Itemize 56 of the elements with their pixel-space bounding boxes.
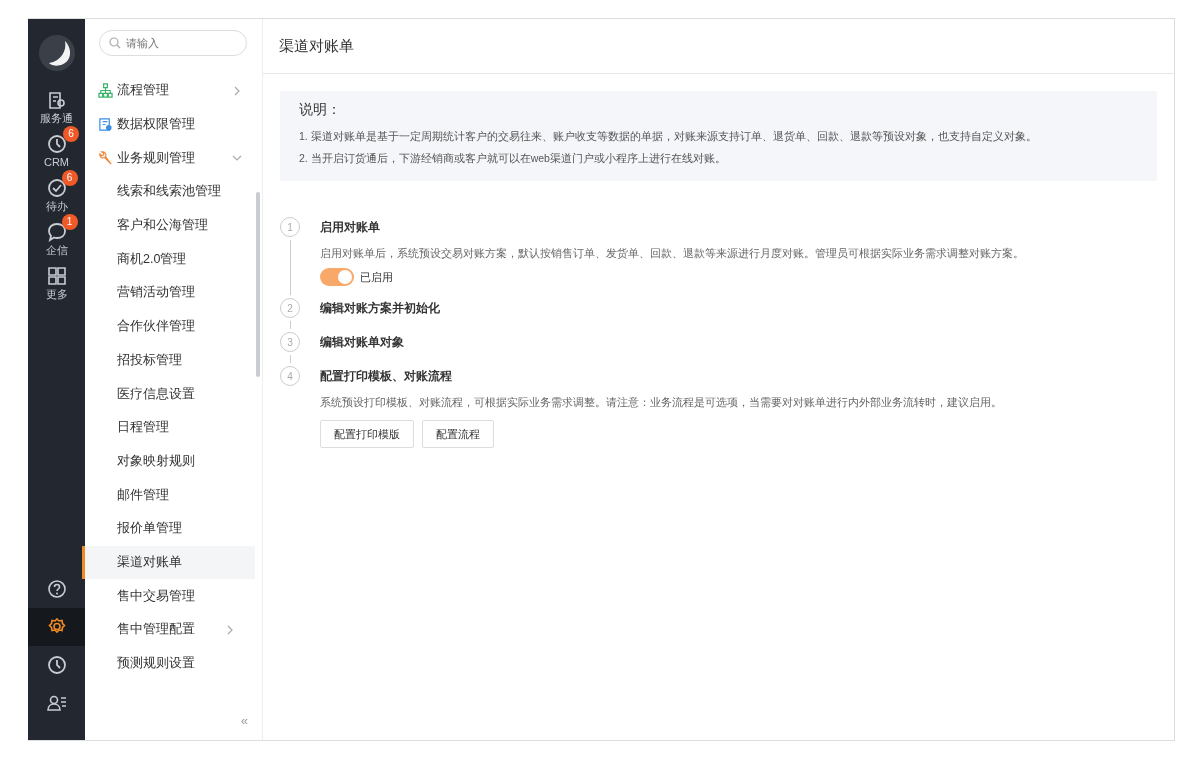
notice-text: 1. 渠道对账单是基于一定周期统计客户的交易往来、账户收支等数据的单据，对账来源支持订单、退货单、回款、退款等预设对象，也支持自定义对象。 xyxy=(299,129,1038,144)
page-title: 渠道对账单 xyxy=(263,19,1174,74)
toggle-label: 已启用 xyxy=(360,269,393,285)
submenu-item[interactable]: 营销活动管理 xyxy=(82,276,255,310)
step-title: 配置打印模板、对账流程 xyxy=(320,368,453,385)
count-badge: 6 xyxy=(63,126,80,142)
rail-label[interactable]: 更多 xyxy=(45,287,68,301)
grid-icon xyxy=(45,265,68,287)
config-button[interactable]: 配置打印模版 xyxy=(320,420,414,448)
chat-icon xyxy=(45,221,68,243)
step-title: 编辑对账方案并初始化 xyxy=(320,300,440,317)
submenu-item[interactable]: 线索和线索池管理 xyxy=(82,175,255,209)
count-badge: 1 xyxy=(61,214,78,230)
toggle-switch[interactable] xyxy=(320,268,354,286)
submenu-item[interactable]: 渠道对账单 xyxy=(82,545,255,580)
submenu-item[interactable]: 招投标管理 xyxy=(82,343,255,378)
submenu-item[interactable]: 对象映射规则 xyxy=(82,444,255,479)
document-icon xyxy=(98,117,113,133)
rail-label[interactable]: 服务通 xyxy=(40,111,73,125)
rail-label[interactable]: CRM xyxy=(43,155,70,169)
wrench-icon xyxy=(98,150,113,166)
menu-item[interactable]: 数据权限管理 xyxy=(85,107,262,142)
notice-text: 2. 当开启订货通后，下游经销商或客户就可以在web渠道门户或小程序上进行在线对账。 xyxy=(299,151,727,166)
count-badge: 6 xyxy=(61,170,78,186)
search-field[interactable]: 请输入 xyxy=(99,30,247,56)
step-description: 系统预设打印模板、对账流程，可根据实际业务需求调整。请注意：业务流程是可选项，当需要对对账单进行内外部业务流转时，建议启用。 xyxy=(320,395,1002,410)
chevron-right-icon xyxy=(232,85,242,96)
scrollbar[interactable] xyxy=(256,192,260,377)
avatar[interactable] xyxy=(38,35,75,71)
check-icon xyxy=(45,177,68,199)
search-icon xyxy=(109,37,121,49)
menu-item[interactable]: 业务规则管理 xyxy=(85,141,262,176)
config-button[interactable]: 配置流程 xyxy=(422,420,494,448)
chevron-right-icon xyxy=(225,624,235,635)
submenu-item[interactable]: 客户和公海管理 xyxy=(82,208,255,243)
submenu-item[interactable]: 日程管理 xyxy=(82,410,255,445)
submenu-item[interactable]: 邮件管理 xyxy=(82,478,255,512)
submenu-item[interactable]: 售中管理配置 xyxy=(82,613,255,647)
notice-heading: 说明： xyxy=(299,101,342,119)
rail-label[interactable]: 企信 xyxy=(45,243,68,257)
hierarchy-icon xyxy=(98,83,113,99)
submenu-item[interactable]: 合作伙伴管理 xyxy=(82,309,255,344)
submenu-item[interactable]: 报价单管理 xyxy=(82,511,255,546)
menu-item[interactable]: 流程管理 xyxy=(85,74,262,108)
clock-icon xyxy=(45,654,68,676)
rail-button[interactable] xyxy=(28,608,85,646)
step-title: 启用对账单 xyxy=(320,219,381,236)
rail-label[interactable]: 待办 xyxy=(45,199,68,213)
submenu-item[interactable]: 医疗信息设置 xyxy=(82,377,255,411)
submenu-item[interactable]: 商机2.0管理 xyxy=(82,242,255,277)
step-description: 启用对账单后，系统预设交易对账方案，默认按销售订单、发货单、回款、退款等来源进行月度对账。管理员可根据实际业务需求调整对账方案。 xyxy=(320,246,1024,261)
submenu-item[interactable]: 售中交易管理 xyxy=(82,579,255,613)
submenu-item[interactable]: 预测规则设置 xyxy=(82,646,255,681)
help-icon[interactable] xyxy=(45,578,68,600)
clock-icon xyxy=(45,133,68,155)
step-title: 编辑对账单对象 xyxy=(320,334,404,351)
